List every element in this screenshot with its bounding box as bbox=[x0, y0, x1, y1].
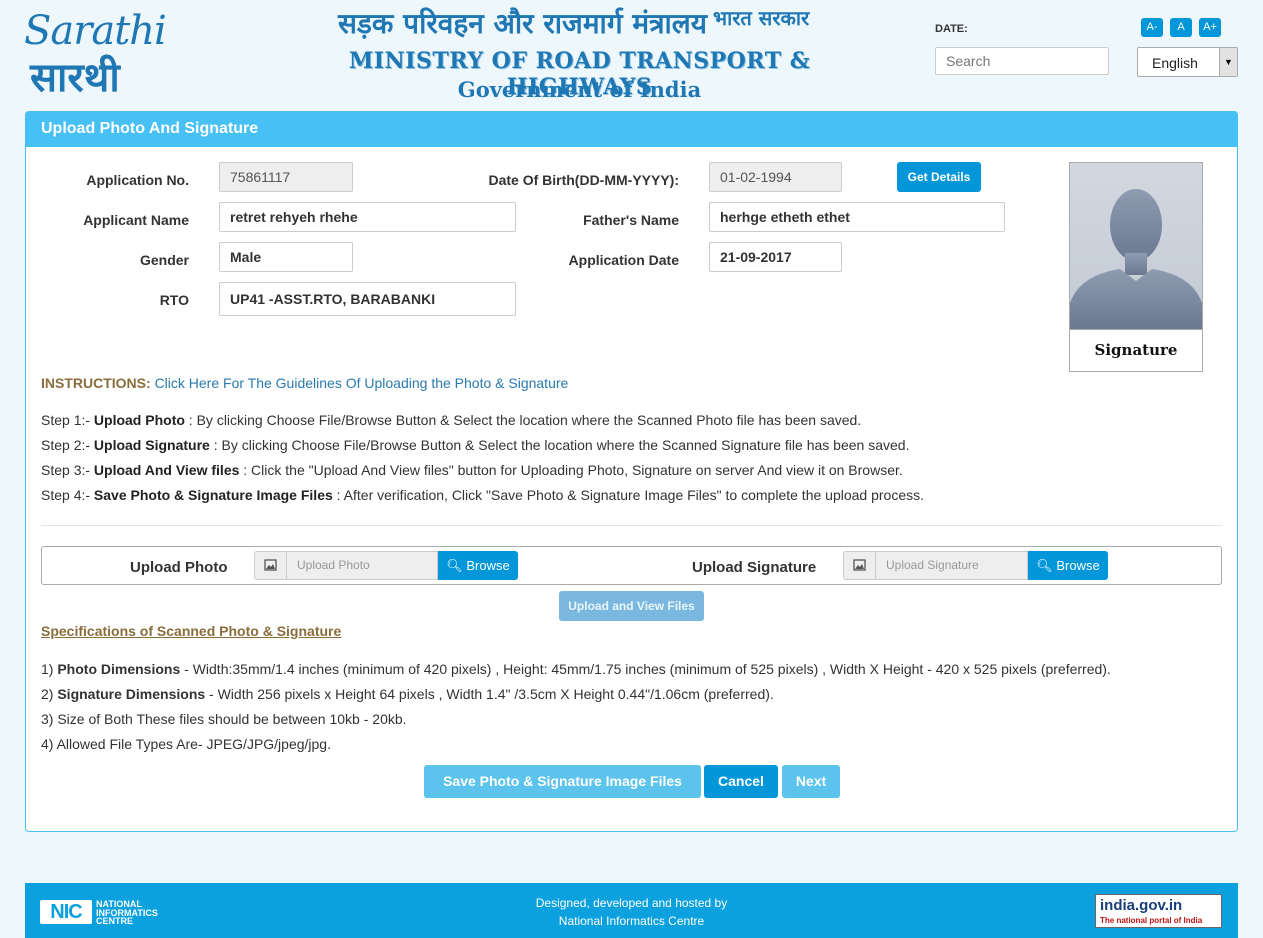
spec-item: 3) Size of Both These files should be be… bbox=[41, 711, 407, 727]
step-prefix: Step 2:- bbox=[41, 437, 94, 453]
image-icon bbox=[254, 551, 287, 580]
spec-text: - Width:35mm/1.4 inches (minimum of 420 … bbox=[180, 661, 1111, 677]
step-prefix: Step 4:- bbox=[41, 487, 94, 503]
spec-text: 3) Size of Both These files should be be… bbox=[41, 711, 407, 727]
india-gov-name: india.gov.in bbox=[1100, 897, 1183, 914]
browse-signature-button[interactable]: 🔍︎ Browse bbox=[1028, 551, 1108, 580]
step-title: Upload Photo bbox=[93, 412, 185, 428]
spec-text: - Width 256 pixels x Height 64 pixels , … bbox=[205, 686, 774, 702]
step-text: : Click the "Upload And View files" butt… bbox=[239, 462, 903, 478]
spec-item: 2) Signature Dimensions - Width 256 pixe… bbox=[41, 686, 774, 702]
rto-label: RTO bbox=[159, 292, 189, 308]
step-text: : After verification, Click "Save Photo … bbox=[332, 487, 924, 503]
upload-section: Upload Photo Upload Photo 🔍︎ Browse Uplo… bbox=[41, 546, 1222, 585]
spec-prefix: 2) bbox=[41, 686, 58, 702]
ministry-hindi-text: सड़क परिवहन और राजमार्ग मंत्रालय bbox=[338, 7, 708, 40]
site-header: Sarathi सारथी सड़क परिवहन और राजमार्ग मं… bbox=[0, 0, 1263, 108]
application-no-field[interactable]: 75861117 bbox=[219, 162, 353, 192]
rto-field[interactable]: UP41 -ASST.RTO, BARABANKI bbox=[219, 282, 516, 316]
logo-text-hi: सारथी bbox=[30, 54, 120, 101]
specifications-title[interactable]: Specifications of Scanned Photo & Signat… bbox=[41, 623, 341, 639]
search-icon: 🔍︎ bbox=[1036, 558, 1053, 573]
next-button[interactable]: Next bbox=[782, 765, 840, 798]
dob-field[interactable]: 01-02-1994 bbox=[709, 162, 842, 192]
step-title: Upload And View files bbox=[93, 462, 240, 478]
step-4: Step 4:- Save Photo & Signature Image Fi… bbox=[41, 487, 924, 503]
search-icon: 🔍︎ bbox=[446, 558, 463, 573]
footer-line-1: Designed, developed and hosted by bbox=[535, 896, 728, 910]
government-title: Government of India bbox=[457, 77, 702, 102]
upload-signature-input[interactable]: Upload Signature bbox=[876, 551, 1028, 580]
panel-title: Upload Photo And Signature bbox=[26, 112, 1237, 147]
person-silhouette-icon bbox=[1070, 189, 1202, 329]
applicant-name-label: Applicant Name bbox=[83, 212, 189, 228]
ministry-title-hindi: सड़क परिवहन और राजमार्ग मंत्रालय भारत सरक… bbox=[338, 4, 809, 42]
site-footer: NIC NATIONAL INFORMATICS CENTRE Designed… bbox=[25, 883, 1238, 938]
save-files-button[interactable]: Save Photo & Signature Image Files bbox=[424, 765, 701, 798]
guidelines-link[interactable]: Click Here For The Guidelines Of Uploadi… bbox=[155, 375, 569, 391]
search-input[interactable] bbox=[935, 47, 1109, 75]
signature-caption: Signature bbox=[1094, 341, 1178, 359]
footer-credit: Designed, developed and hosted by Nation… bbox=[25, 894, 1238, 930]
browse-label: Browse bbox=[466, 558, 510, 573]
step-title: Save Photo & Signature Image Files bbox=[93, 487, 333, 503]
step-prefix: Step 3:- bbox=[41, 462, 94, 478]
font-increase-button[interactable]: A+ bbox=[1199, 18, 1221, 37]
footer-line-2: National Informatics Centre bbox=[558, 914, 705, 928]
chevron-down-icon: ▼ bbox=[1219, 48, 1237, 76]
spec-prefix: 1) bbox=[41, 661, 58, 677]
image-icon bbox=[843, 551, 876, 580]
divider bbox=[41, 525, 1222, 526]
upload-panel: Upload Photo And Signature Application N… bbox=[25, 111, 1238, 832]
india-gov-logo[interactable]: india.gov.in The national portal of Indi… bbox=[1095, 894, 1222, 928]
india-gov-tagline: The national portal of India bbox=[1100, 916, 1203, 925]
step-prefix: Step 1:- bbox=[41, 412, 94, 428]
instructions-label: INSTRUCTIONS: bbox=[41, 375, 151, 391]
language-select[interactable]: English ▼ bbox=[1137, 47, 1238, 77]
step-text: : By clicking Choose File/Browse Button … bbox=[184, 412, 862, 428]
step-title: Upload Signature bbox=[93, 437, 210, 453]
date-label: DATE: bbox=[935, 23, 968, 35]
dob-label: Date Of Birth(DD-MM-YYYY): bbox=[488, 172, 679, 188]
step-2: Step 2:- Upload Signature : By clicking … bbox=[41, 437, 909, 453]
get-details-button[interactable]: Get Details bbox=[897, 162, 981, 192]
father-name-field[interactable]: herhge etheth ethet bbox=[709, 202, 1005, 232]
browse-photo-button[interactable]: 🔍︎ Browse bbox=[438, 551, 518, 580]
ministry-hindi-suffix: भारत सरकार bbox=[713, 6, 810, 30]
spec-item: 1) Photo Dimensions - Width:35mm/1.4 inc… bbox=[41, 661, 1111, 677]
step-3: Step 3:- Upload And View files : Click t… bbox=[41, 462, 903, 478]
instructions: INSTRUCTIONS: Click Here For The Guideli… bbox=[41, 375, 568, 391]
upload-view-button[interactable]: Upload and View Files bbox=[559, 591, 704, 621]
upload-photo-label: Upload Photo bbox=[130, 559, 228, 576]
cancel-button[interactable]: Cancel bbox=[704, 765, 778, 798]
spec-item: 4) Allowed File Types Are- JPEG/JPG/jpeg… bbox=[41, 736, 331, 752]
upload-photo-input[interactable]: Upload Photo bbox=[287, 551, 438, 580]
browse-label: Browse bbox=[1056, 558, 1100, 573]
spec-text: 4) Allowed File Types Are- JPEG/JPG/jpeg… bbox=[41, 736, 331, 752]
step-text: : By clicking Choose File/Browse Button … bbox=[209, 437, 910, 453]
font-decrease-button[interactable]: A- bbox=[1141, 18, 1163, 37]
father-name-label: Father's Name bbox=[583, 212, 679, 228]
font-normal-button[interactable]: A bbox=[1170, 18, 1192, 37]
photo-placeholder bbox=[1070, 163, 1202, 330]
sarathi-logo[interactable]: Sarathi सारथी bbox=[24, 8, 167, 101]
gender-field[interactable]: Male bbox=[219, 242, 353, 272]
spec-title: Photo Dimensions bbox=[57, 661, 181, 677]
application-no-label: Application No. bbox=[86, 172, 189, 188]
step-1: Step 1:- Upload Photo : By clicking Choo… bbox=[41, 412, 861, 428]
photo-signature-preview: Signature bbox=[1069, 162, 1203, 372]
gender-label: Gender bbox=[139, 252, 189, 268]
spec-title: Signature Dimensions bbox=[57, 686, 206, 702]
language-value: English bbox=[1152, 55, 1198, 71]
upload-signature-label: Upload Signature bbox=[692, 559, 817, 576]
application-date-field[interactable]: 21-09-2017 bbox=[709, 242, 842, 272]
application-date-label: Application Date bbox=[568, 252, 679, 268]
